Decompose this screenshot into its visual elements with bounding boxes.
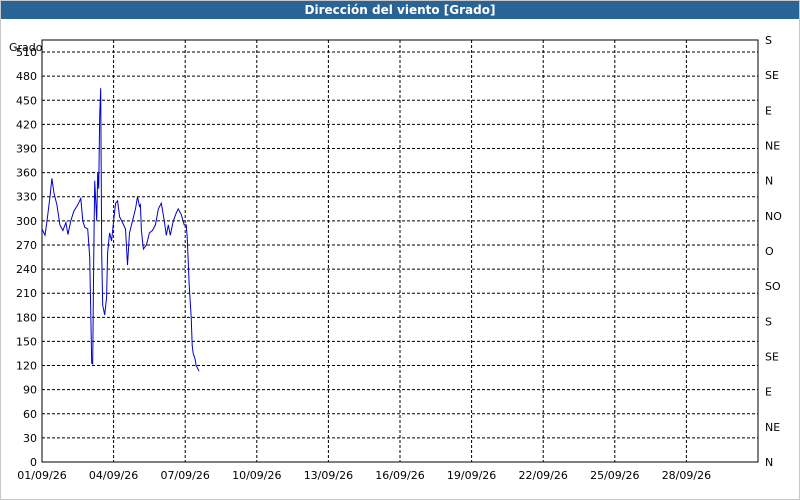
compass-tick-label: O	[765, 245, 774, 258]
y-tick-label: 90	[23, 384, 37, 397]
x-tick-label: 01/09/26	[17, 469, 66, 482]
x-tick-label: 13/09/26	[304, 469, 353, 482]
y-tick-label: 480	[16, 70, 37, 83]
compass-tick-label: E	[765, 386, 772, 399]
y-tick-label: 120	[16, 360, 37, 373]
y-tick-label: 240	[16, 263, 37, 276]
compass-tick-label: E	[765, 104, 772, 117]
compass-tick-label: SO	[765, 280, 781, 293]
y-tick-label: 420	[16, 118, 37, 131]
compass-tick-label: N	[765, 456, 773, 469]
y-tick-label: 390	[16, 143, 37, 156]
x-tick-label: 07/09/26	[160, 469, 209, 482]
x-tick-label: 04/09/26	[89, 469, 138, 482]
y-tick-label: 330	[16, 191, 37, 204]
x-tick-label: 19/09/26	[447, 469, 496, 482]
compass-tick-label: S	[765, 34, 772, 47]
compass-tick-label: NE	[765, 421, 780, 434]
compass-tick-label: N	[765, 175, 773, 188]
y-tick-label: 180	[16, 311, 37, 324]
x-tick-label: 25/09/26	[590, 469, 639, 482]
chart-window: Dirección del viento [Grado] 0 30 60 90 120 1…	[0, 0, 800, 500]
compass-tick-label: SE	[765, 351, 779, 364]
x-tick-label: 22/09/26	[518, 469, 567, 482]
compass-tick-label: SE	[765, 69, 779, 82]
compass-tick-label: NO	[765, 210, 782, 223]
series-line	[41, 88, 200, 372]
y-tick-label: 210	[16, 287, 37, 300]
x-tick-label: 16/09/26	[375, 469, 424, 482]
y-tick-label: 60	[23, 408, 37, 421]
wind-direction-chart: 0 30 60 90 120 150 180 210 240 270 300 330 360 390 420…	[9, 34, 782, 482]
x-tick-label: 28/09/26	[662, 469, 711, 482]
y-axis-label: Grado	[9, 41, 43, 54]
y-tick-label: 450	[16, 94, 37, 107]
compass-tick-label: S	[765, 315, 772, 328]
y-tick-label: 150	[16, 335, 37, 348]
compass-tick-label: NE	[765, 140, 780, 153]
y-tick-label: 360	[16, 167, 37, 180]
x-tick-label: 10/09/26	[232, 469, 281, 482]
y-tick-label: 30	[23, 432, 37, 445]
y-tick-label: 270	[16, 239, 37, 252]
y-tick-label: 0	[30, 456, 37, 469]
y-tick-label: 300	[16, 215, 37, 228]
